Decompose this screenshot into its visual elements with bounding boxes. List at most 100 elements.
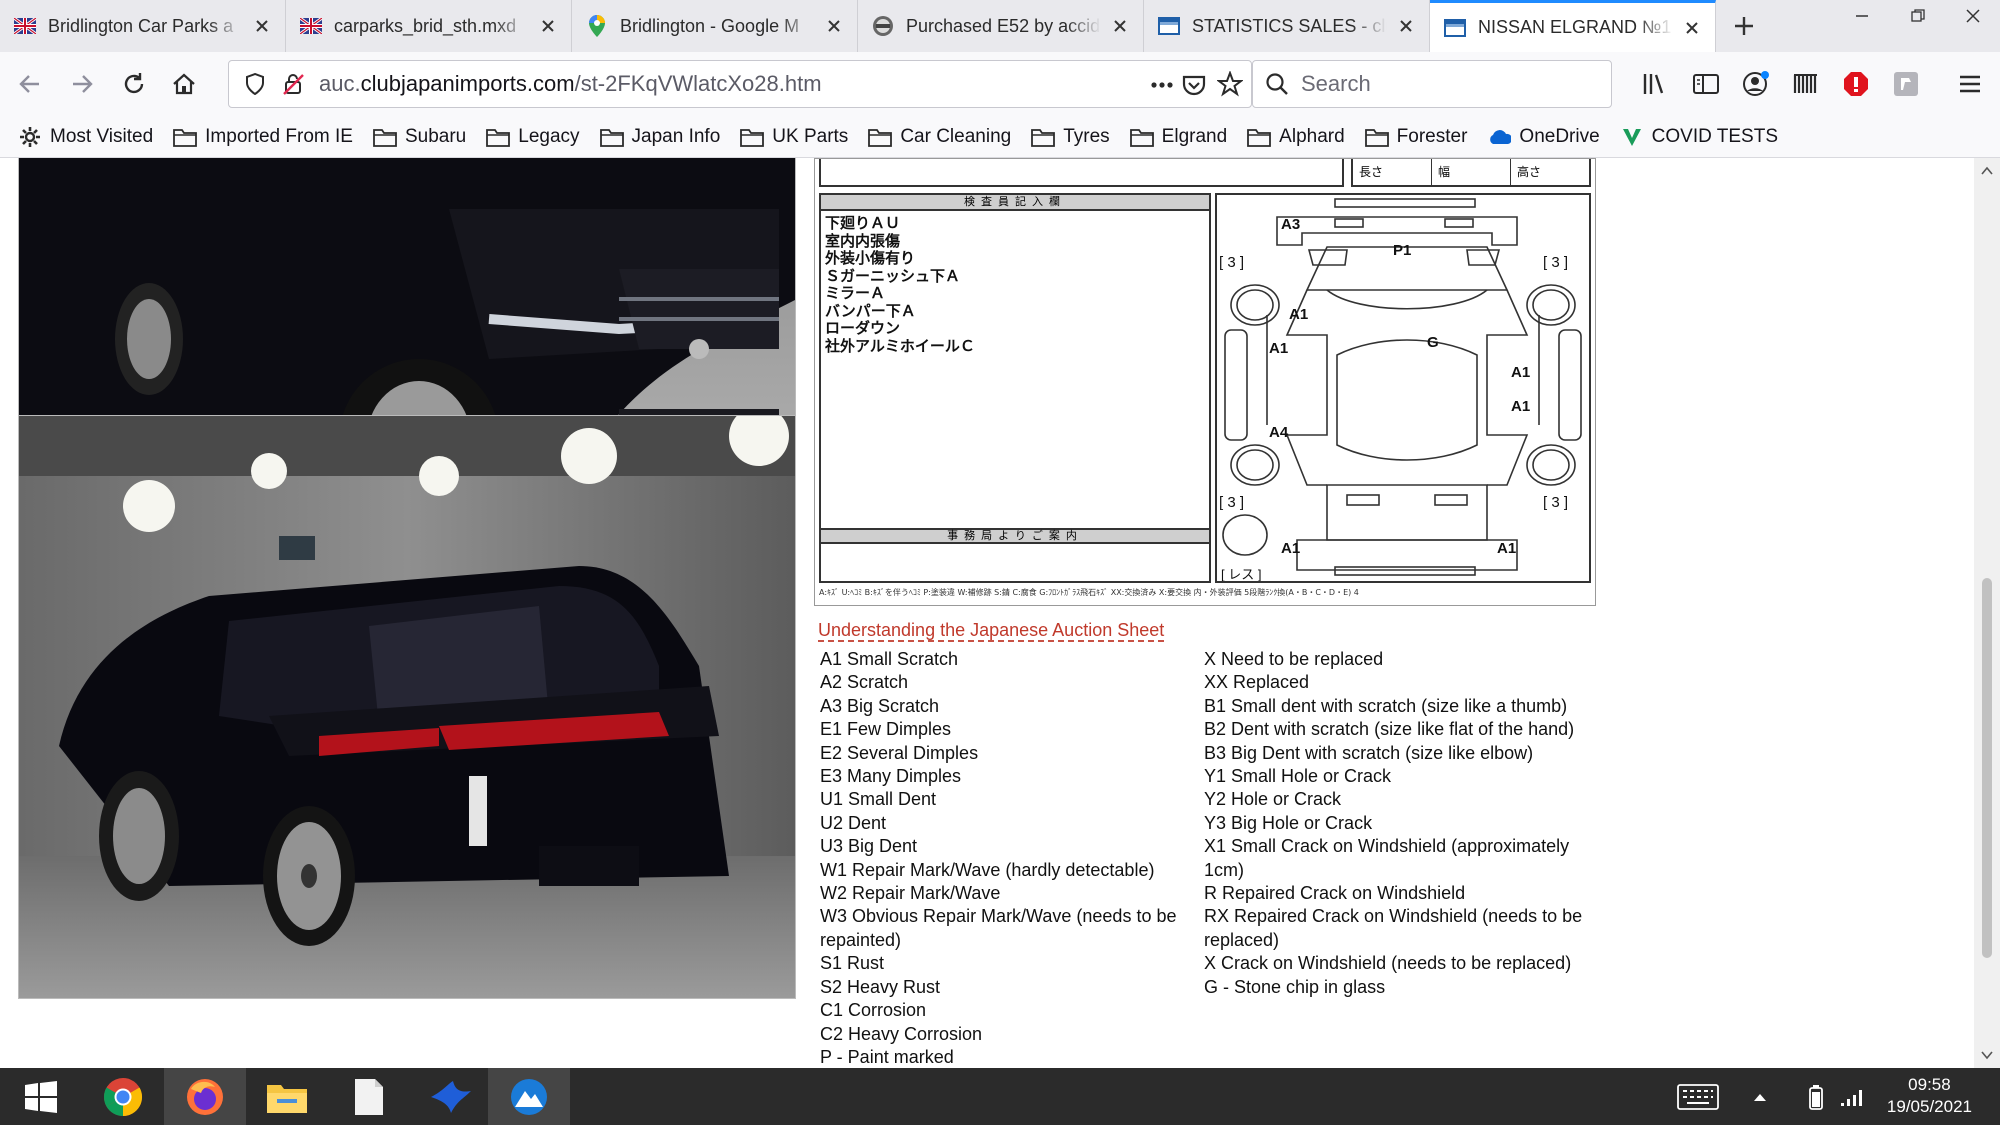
legend-item: U2 Dent bbox=[820, 812, 887, 833]
inspector-note: ミラーＡ bbox=[825, 284, 886, 302]
diagram-tyre-depth-front-right: [ 3 ] bbox=[1543, 254, 1568, 271]
minimize-button[interactable] bbox=[1834, 0, 1890, 32]
bookmark-imported-from-ie[interactable]: Imported From IE bbox=[173, 126, 353, 148]
taskbar-chrome[interactable] bbox=[82, 1068, 164, 1125]
tab-statistics-sales[interactable]: STATISTICS SALES - clu bbox=[1144, 0, 1430, 52]
home-button[interactable] bbox=[166, 66, 202, 102]
bookmark-star-icon[interactable] bbox=[1216, 70, 1244, 103]
taskbar-mountain-app[interactable] bbox=[488, 1068, 570, 1125]
bookmark-most-visited[interactable]: Most Visited bbox=[18, 126, 153, 148]
extension-grey-icon[interactable] bbox=[1888, 66, 1924, 102]
bookmark-label: UK Parts bbox=[772, 125, 849, 147]
legend-item: E1 Few Dimples bbox=[820, 719, 952, 740]
close-tab-icon[interactable] bbox=[1109, 15, 1131, 37]
taskbar-firefox[interactable] bbox=[164, 1068, 246, 1125]
restore-button[interactable] bbox=[1890, 0, 1946, 32]
diagram-label-a1-rear-right: A1 bbox=[1511, 398, 1530, 415]
inspector-note: 外装小傷有り bbox=[825, 249, 916, 267]
library-icon[interactable] bbox=[1638, 66, 1674, 102]
reload-icon bbox=[124, 73, 144, 94]
bookmark-label: Japan Info bbox=[631, 125, 721, 147]
close-tab-icon[interactable] bbox=[1681, 17, 1703, 39]
bookmark-alphard[interactable]: Alphard bbox=[1247, 126, 1345, 148]
diagram-label-g: G bbox=[1427, 334, 1439, 351]
site-blue-icon bbox=[1158, 15, 1180, 37]
bookmark-uk-parts[interactable]: UK Parts bbox=[740, 126, 848, 148]
scroll-down-icon[interactable] bbox=[1981, 1050, 1993, 1060]
bookmark-onedrive[interactable]: OneDrive bbox=[1487, 126, 1600, 148]
vertical-scrollbar[interactable] bbox=[1974, 158, 2000, 1068]
legend-right-column: X Need to be replaced XX Replaced B1 Sma… bbox=[1204, 648, 1594, 999]
bookmark-elgrand[interactable]: Elgrand bbox=[1129, 126, 1227, 148]
close-tab-icon[interactable] bbox=[251, 15, 273, 37]
close-tab-icon[interactable] bbox=[537, 15, 559, 37]
taskbar-clock[interactable]: 09:58 19/05/2021 bbox=[1887, 1074, 1972, 1118]
tab-bridlington-car-parks[interactable]: Bridlington Car Parks a bbox=[0, 0, 286, 52]
mountain-app-icon bbox=[511, 1078, 547, 1115]
bookmark-legacy[interactable]: Legacy bbox=[486, 126, 580, 148]
bookmark-subaru[interactable]: Subaru bbox=[373, 126, 466, 148]
new-tab-button[interactable] bbox=[1716, 0, 1772, 52]
close-tab-icon[interactable] bbox=[823, 15, 845, 37]
search-input[interactable]: Search bbox=[1252, 60, 1612, 108]
url-path: /st-2FKqVWlatcXo28.htm bbox=[574, 71, 822, 96]
tab-google-maps[interactable]: Bridlington - Google M bbox=[572, 0, 858, 52]
forum-icon bbox=[872, 15, 894, 37]
bookmark-car-cleaning[interactable]: Car Cleaning bbox=[868, 126, 1011, 148]
sidebar-icon[interactable] bbox=[1688, 66, 1724, 102]
tab-title: Bridlington Car Parks a bbox=[48, 15, 234, 36]
close-tab-icon[interactable] bbox=[1395, 15, 1417, 37]
tab-title: Purchased E52 by accid bbox=[906, 15, 1101, 36]
insecure-lock-icon[interactable] bbox=[275, 73, 311, 95]
scrollbar-thumb[interactable] bbox=[1982, 578, 1992, 958]
legend-item: U1 Small Dent bbox=[820, 789, 937, 810]
legend-item: X Crack on Windshield (needs to be repla… bbox=[1204, 953, 1572, 974]
bookmark-covid-tests[interactable]: COVID TESTS bbox=[1620, 126, 1778, 148]
forward-button[interactable] bbox=[64, 66, 100, 102]
reload-button[interactable] bbox=[116, 66, 152, 102]
folder-icon bbox=[599, 126, 624, 148]
url-prefix: auc. bbox=[319, 71, 361, 96]
back-button[interactable] bbox=[12, 66, 48, 102]
bookmark-forester[interactable]: Forester bbox=[1364, 126, 1467, 148]
car-photo-rear[interactable] bbox=[18, 415, 796, 999]
tab-carparks-mxd[interactable]: carparks_brid_sth.mxd bbox=[286, 0, 572, 52]
menu-icon[interactable] bbox=[1952, 66, 1988, 102]
diagram-label-p1: P1 bbox=[1393, 242, 1411, 259]
v-icon bbox=[1620, 126, 1644, 148]
folder-icon bbox=[1364, 126, 1389, 148]
start-icon bbox=[25, 1080, 57, 1113]
address-bar[interactable]: auc. clubjapanimports.com/st-2FKqVWlatcXo… bbox=[228, 60, 1252, 108]
legend-item: RX Repaired Crack on Windshield (needs t… bbox=[1204, 906, 1583, 950]
inspector-notes-header: 検査員記入欄 bbox=[821, 195, 1209, 211]
barcode-extension-icon[interactable] bbox=[1788, 66, 1824, 102]
tray-overflow-button[interactable] bbox=[1740, 1068, 1780, 1125]
bookmark-label: Car Cleaning bbox=[900, 125, 1012, 147]
start-button[interactable] bbox=[0, 1068, 82, 1125]
diagram-tyre-depth-rear-left: [ 3 ] bbox=[1219, 494, 1244, 511]
bookmark-tyres[interactable]: Tyres bbox=[1031, 125, 1110, 148]
tab-purchased-e52[interactable]: Purchased E52 by accid bbox=[858, 0, 1144, 52]
bookmark-japan-info[interactable]: Japan Info bbox=[599, 125, 721, 148]
auction-sheet[interactable]: 長さ 幅 高さ 検査員記入欄 下廻りＡＵ 室内内張傷 外装小傷有り Ｓガーニッシ… bbox=[814, 158, 1596, 606]
inspector-note: ローダウン bbox=[825, 319, 901, 337]
taskbar-file-explorer[interactable] bbox=[246, 1068, 328, 1125]
network-status[interactable] bbox=[1832, 1068, 1872, 1125]
shield-icon[interactable] bbox=[235, 73, 275, 95]
battery-status[interactable] bbox=[1796, 1068, 1836, 1125]
taskbar-bird-app[interactable] bbox=[410, 1068, 492, 1125]
legend-item: S1 Rust bbox=[820, 953, 885, 974]
close-window-button[interactable] bbox=[1946, 0, 2000, 32]
tab-nissan-elgrand[interactable]: NISSAN ELGRAND №1 bbox=[1430, 0, 1716, 52]
page-actions-icon[interactable] bbox=[1149, 72, 1175, 104]
scroll-up-icon[interactable] bbox=[1981, 166, 1993, 176]
pocket-icon[interactable] bbox=[1181, 72, 1207, 104]
taskbar-file[interactable] bbox=[328, 1068, 410, 1125]
plus-icon bbox=[1735, 17, 1753, 35]
bookmark-label: Tyres bbox=[1063, 125, 1110, 147]
adblock-icon[interactable] bbox=[1838, 66, 1874, 102]
touch-keyboard-button[interactable] bbox=[1674, 1068, 1722, 1125]
legend-item: Y3 Big Hole or Crack bbox=[1204, 812, 1373, 833]
account-icon[interactable] bbox=[1738, 66, 1774, 102]
folder-icon bbox=[1247, 126, 1272, 148]
